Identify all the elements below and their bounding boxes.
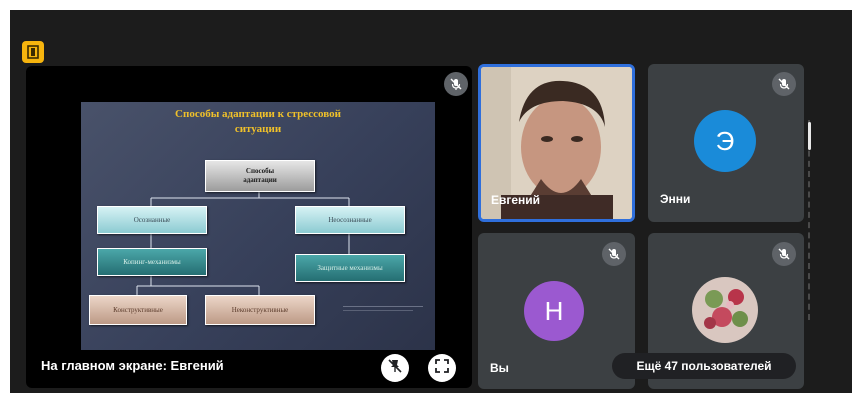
avatar-photo [692,277,758,343]
slide-title: Способы адаптации к стрессовой ситуации [175,108,341,135]
mic-off-icon [444,72,468,96]
participant-name: Вы [490,361,509,375]
slide-box-unconscious: Неосознанные [295,206,405,234]
fullscreen-icon [434,358,450,379]
main-stage-tile[interactable]: Способы адаптации к стрессовой ситуации … [26,66,472,388]
slide-box-conscious: Осознанные [97,206,207,234]
slide-box-coping: Копинг-механизмы [97,248,207,276]
slide-box-root: Способы адаптации [205,160,315,192]
slide-box-constructive: Конструктивные [89,295,187,325]
slide-box-defense: Защитные механизмы [295,254,405,282]
more-participants-chip[interactable]: Ещё 47 пользователей [612,353,796,379]
fullscreen-button[interactable] [428,354,456,382]
main-stage-caption: На главном экране: Евгений [41,358,224,373]
participants-scrollbar[interactable] [808,120,813,320]
participant-name: Энни [660,192,691,206]
slide-footnote [343,306,433,311]
door-exit-icon[interactable] [22,41,44,63]
participant-tile-enni[interactable]: Э Энни [648,64,804,222]
participant-name: Евгений [491,193,541,207]
mic-off-icon [772,72,796,96]
participants-scrollbar-thumb[interactable] [808,122,811,150]
mic-off-icon [772,242,796,266]
avatar: Э [694,110,756,172]
slide-box-nonconstructive: Неконструктивные [205,295,315,325]
avatar: Н [524,281,584,341]
pin-off-button[interactable] [381,354,409,382]
presentation-slide: Способы адаптации к стрессовой ситуации … [81,102,435,350]
pin-off-icon [387,358,403,379]
mic-off-icon [602,242,626,266]
participant-tile-evgeniy[interactable]: Евгений [478,64,635,222]
